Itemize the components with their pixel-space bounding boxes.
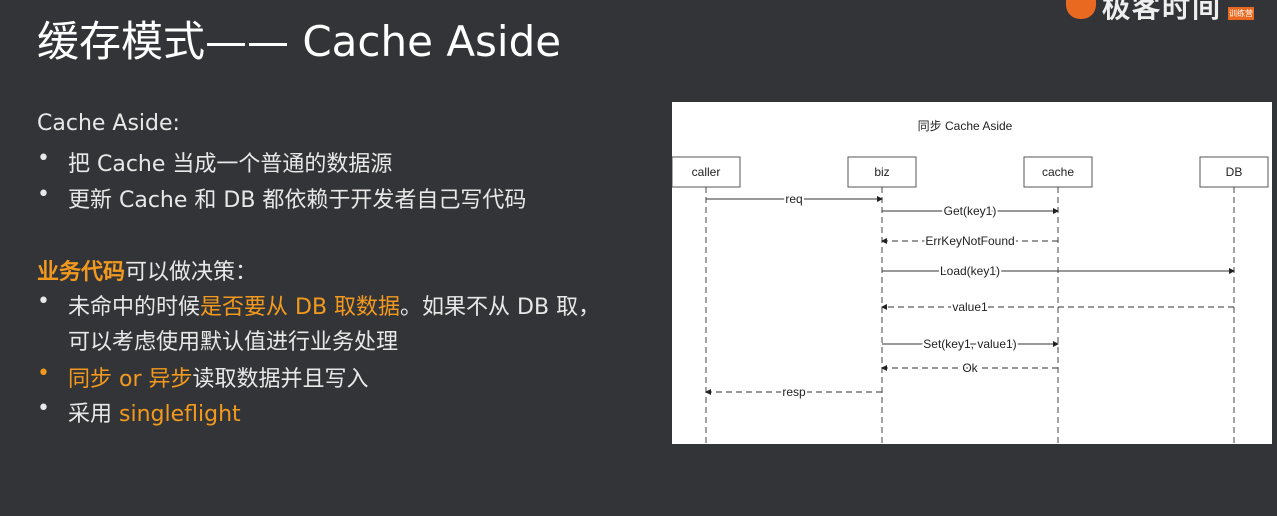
logo-icon — [1066, 0, 1096, 19]
text: 读取数据并且写入 — [192, 367, 369, 392]
logo-text: 极客时间 — [1102, 0, 1223, 24]
bullet: 未命中的时候是否要从 DB 取数据。如果不从 DB 取， — [37, 289, 600, 321]
message-label: Set(key1, value1) — [923, 337, 1016, 351]
decision-heading: 业务代码可以做决策： — [37, 254, 257, 286]
text: 可以做决策： — [125, 260, 258, 285]
highlight: 是否要从 DB 取数据 — [200, 295, 401, 320]
bullet-continuation: 可以考虑使用默认值进行业务处理 — [68, 330, 399, 355]
message-label: req — [785, 192, 802, 206]
sequence-diagram-svg: 同步 Cache Aside caller biz cache DB req Get(ke… — [671, 119, 1269, 444]
message-label: Ok — [962, 361, 978, 375]
bullet: 采用 singleflight — [37, 396, 241, 428]
bullet: 更新 Cache 和 DB 都依赖于开发者自己写代码 — [37, 182, 526, 214]
diagram-title: 同步 Cache Aside — [918, 119, 1013, 133]
highlight: singleflight — [119, 402, 241, 427]
slide-title: 缓存模式—— Cache Aside — [37, 17, 562, 66]
highlight: 同步 or 异步 — [68, 367, 193, 392]
sequence-diagram: 同步 Cache Aside caller biz cache DB req Get(ke… — [671, 102, 1272, 444]
message-label: ErrKeyNotFound — [925, 234, 1014, 248]
message-label: resp — [782, 385, 806, 399]
participant-label: cache — [1042, 165, 1074, 179]
heading: Cache Aside: — [37, 111, 180, 136]
bullet: 同步 or 异步读取数据并且写入 — [37, 361, 369, 393]
bullet: 把 Cache 当成一个普通的数据源 — [37, 146, 392, 178]
text: 。如果不从 DB 取， — [400, 295, 601, 320]
text: 未命中的时候 — [68, 295, 201, 320]
participant-label: biz — [874, 165, 889, 179]
highlight: 业务代码 — [37, 260, 126, 285]
participant-label: caller — [692, 165, 721, 179]
message-label: Load(key1) — [940, 264, 1000, 278]
text: 采用 — [68, 402, 119, 427]
message-label: Get(key1) — [944, 204, 997, 218]
message-label: value1 — [952, 300, 988, 314]
logo: 极客时间 训练营 — [1066, 0, 1255, 26]
participant-label: DB — [1226, 165, 1243, 179]
logo-badge: 训练营 — [1228, 6, 1255, 20]
